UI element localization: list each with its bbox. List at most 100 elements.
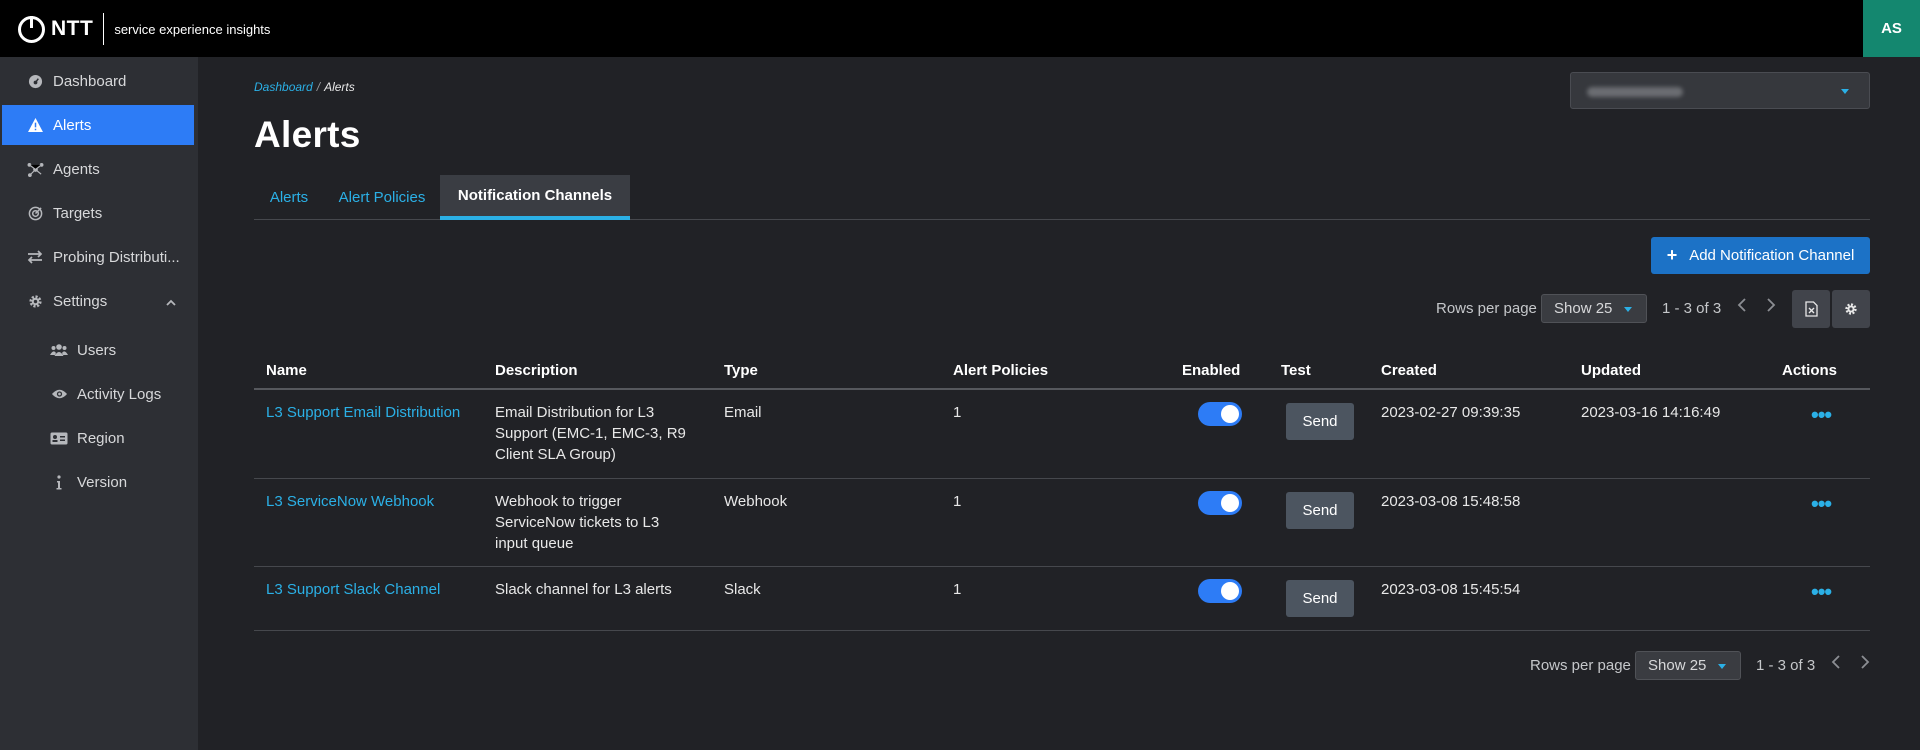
created-timestamp: 2023-03-08 15:48:58	[1381, 493, 1521, 510]
sidebar-item-probing-distribution[interactable]: Probing Distributi...	[2, 237, 194, 277]
sidebar-item-dashboard[interactable]: Dashboard	[2, 61, 194, 101]
sidebar-item-activity-logs[interactable]: Activity Logs	[2, 374, 194, 414]
channel-name-link[interactable]: L3 Support Slack Channel	[266, 579, 486, 600]
tab-notification-channels[interactable]: Notification Channels	[440, 175, 630, 220]
table-row: L3 Support Email Distribution Email Dist…	[254, 390, 1870, 479]
tab-alerts[interactable]: Alerts	[254, 175, 324, 220]
column-header-type[interactable]: Type	[724, 352, 758, 388]
tab-bar: Alerts Alert Policies Notification Chann…	[254, 175, 1870, 220]
sidebar-item-label: Alerts	[53, 116, 92, 134]
page-range: 1 - 3 of 3	[1662, 300, 1722, 317]
sidebar-item-region[interactable]: Region	[2, 418, 194, 458]
sidebar-item-label: Targets	[53, 204, 103, 222]
channel-name-link[interactable]: L3 Support Email Distribution	[266, 402, 486, 423]
send-test-button[interactable]: Send	[1286, 580, 1354, 617]
tenant-select[interactable]	[1570, 72, 1870, 109]
sidebar-item-label: Version	[77, 473, 128, 491]
sidebar-item-version[interactable]: Version	[2, 462, 194, 502]
channel-name-link[interactable]: L3 ServiceNow Webhook	[266, 491, 486, 512]
sidebar-item-label: Activity Logs	[77, 385, 162, 403]
channel-description: Webhook to trigger ServiceNow tickets to…	[495, 493, 660, 552]
swap-arrows-icon	[26, 248, 44, 266]
logo-divider	[103, 13, 105, 45]
column-header-name[interactable]: Name	[266, 352, 307, 388]
sidebar-item-label: Region	[77, 429, 125, 447]
row-actions-menu-icon[interactable]: •••	[1811, 493, 1832, 515]
channel-description: Email Distribution for L3 Support (EMC-1…	[495, 404, 686, 463]
user-avatar[interactable]: AS	[1863, 0, 1920, 57]
page-range: 1 - 3 of 3	[1756, 657, 1816, 674]
channel-type: Webhook	[724, 493, 788, 510]
caret-down-icon	[1841, 89, 1849, 94]
rows-per-page-select[interactable]: Show 25	[1635, 651, 1741, 680]
chevron-right-icon	[1861, 655, 1870, 669]
agents-icon	[26, 160, 44, 178]
sidebar-item-agents[interactable]: Agents	[2, 149, 194, 189]
next-page-button[interactable]	[1860, 654, 1870, 675]
rows-per-page-label: Rows per page	[1530, 657, 1631, 674]
plus-icon: +	[1666, 245, 1678, 265]
row-actions-menu-icon[interactable]: •••	[1811, 404, 1832, 426]
row-actions-menu-icon[interactable]: •••	[1811, 581, 1832, 603]
column-header-description[interactable]: Description	[495, 352, 578, 388]
send-test-button[interactable]: Send	[1286, 492, 1354, 529]
breadcrumb-dashboard-link[interactable]: Dashboard	[254, 80, 313, 94]
ntt-logo[interactable]: NTT service experience insights	[18, 13, 270, 45]
previous-page-button[interactable]	[1831, 654, 1841, 675]
column-header-created[interactable]: Created	[1381, 352, 1437, 388]
sidebar-item-settings[interactable]: Settings	[2, 281, 194, 321]
updated-timestamp: 2023-03-16 14:16:49	[1581, 404, 1721, 421]
created-timestamp: 2023-03-08 15:45:54	[1381, 581, 1521, 598]
caret-down-icon	[1624, 307, 1632, 312]
sidebar-item-targets[interactable]: Targets	[2, 193, 194, 233]
page-title: Alerts	[254, 114, 361, 155]
top-bar: NTT service experience insights AS	[0, 0, 1920, 57]
chevron-right-icon	[1767, 298, 1776, 312]
column-header-enabled[interactable]: Enabled	[1182, 352, 1240, 388]
column-header-alert-policies[interactable]: Alert Policies	[953, 352, 1048, 388]
column-header-actions: Actions	[1782, 361, 1838, 379]
eye-icon	[50, 385, 68, 403]
send-test-button[interactable]: Send	[1286, 403, 1354, 440]
gear-icon	[26, 292, 44, 310]
excel-file-icon	[1804, 301, 1818, 317]
column-header-updated[interactable]: Updated	[1581, 352, 1641, 388]
info-icon	[50, 473, 68, 491]
sidebar-item-label: Dashboard	[53, 72, 127, 90]
table-settings-button[interactable]	[1832, 290, 1870, 328]
next-page-button[interactable]	[1766, 297, 1776, 318]
blurred-tenant-name	[1587, 87, 1683, 97]
enabled-toggle[interactable]	[1198, 579, 1242, 603]
channel-alert-policies-count: 1	[953, 581, 962, 598]
export-excel-button[interactable]	[1792, 290, 1830, 328]
gear-icon	[1845, 303, 1857, 315]
sidebar: Dashboard Alerts Agents Targets Probing …	[0, 57, 198, 750]
previous-page-button[interactable]	[1737, 297, 1747, 318]
breadcrumb-separator: /	[316, 80, 321, 94]
created-timestamp: 2023-02-27 09:39:35	[1381, 404, 1521, 421]
app-subtitle: service experience insights	[114, 21, 271, 37]
logo-text: NTT	[51, 17, 94, 40]
chevron-left-icon	[1737, 298, 1746, 312]
dashboard-icon	[26, 72, 44, 90]
enabled-toggle[interactable]	[1198, 402, 1242, 426]
breadcrumb: Dashboard / Alerts	[254, 80, 355, 94]
add-button-label: Add Notification Channel	[1689, 247, 1855, 264]
sidebar-item-label: Agents	[53, 160, 100, 178]
warning-icon	[26, 116, 44, 134]
enabled-toggle[interactable]	[1198, 491, 1242, 515]
add-notification-channel-button[interactable]: + Add Notification Channel	[1651, 237, 1870, 274]
table-row: L3 ServiceNow Webhook Webhook to trigger…	[254, 479, 1870, 567]
sidebar-item-users[interactable]: Users	[2, 330, 194, 370]
sidebar-item-label: Settings	[53, 292, 108, 310]
channel-alert-policies-count: 1	[953, 404, 962, 421]
sidebar-item-label: Probing Distributi...	[53, 248, 180, 266]
chevron-up-icon	[166, 293, 176, 310]
sidebar-item-alerts[interactable]: Alerts	[2, 105, 194, 145]
rows-per-page-select[interactable]: Show 25	[1541, 294, 1647, 323]
rows-per-page-label: Rows per page	[1436, 300, 1537, 317]
tab-alert-policies[interactable]: Alert Policies	[324, 175, 440, 220]
ntt-logo-icon	[18, 15, 45, 43]
chevron-left-icon	[1831, 655, 1840, 669]
caret-down-icon	[1718, 664, 1726, 669]
